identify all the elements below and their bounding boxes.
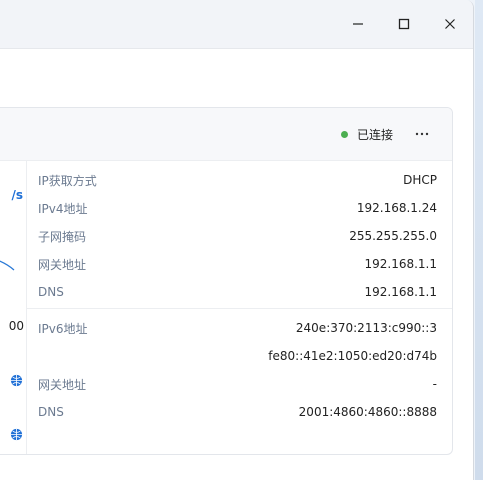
detail-row: IPv6地址 240e:370:2113:c990::3 [27, 314, 437, 342]
detail-row: IPv4地址 192.168.1.24 [27, 194, 437, 222]
connection-status: 已连接 [341, 108, 393, 160]
detail-value: 192.168.1.1 [364, 285, 437, 299]
maximize-icon [398, 18, 410, 30]
detail-row: IP获取方式 DHCP [27, 166, 437, 194]
detail-value: 192.168.1.1 [364, 257, 437, 271]
close-icon [445, 19, 455, 29]
detail-key: IPv6地址 [38, 321, 88, 336]
detail-key: 子网掩码 [38, 229, 87, 244]
minimize-button[interactable] [335, 0, 381, 48]
detail-value: 192.168.1.24 [356, 201, 437, 215]
traffic-value: 00 [8, 319, 24, 333]
minimize-icon [353, 23, 363, 25]
detail-row: DNS 2001:4860:4860::8888 [27, 398, 437, 426]
status-dot-icon [341, 130, 348, 138]
detail-row: DNS 192.168.1.1 [27, 278, 437, 306]
speed-unit: /s [11, 188, 23, 202]
detail-value: fe80::41e2:1050:ed20:d74b [268, 349, 437, 363]
globe-icon [10, 374, 23, 387]
close-button[interactable] [427, 0, 473, 48]
card-header: 已连接 [0, 108, 452, 161]
detail-row: fe80::41e2:1050:ed20:d74b [27, 342, 437, 370]
connection-details: IP获取方式 DHCP IPv4地址 192.168.1.24 子网掩码 255… [27, 160, 452, 454]
network-window: 已连接 /s 00 IP获取方式 DHCP IPv4地址 192.168.1.2… [0, 0, 474, 480]
detail-row: 网关地址 192.168.1.1 [27, 250, 437, 278]
maximize-button[interactable] [381, 0, 427, 48]
detail-value: DHCP [403, 173, 437, 187]
detail-key: IPv4地址 [38, 201, 88, 216]
globe-icon [10, 428, 23, 441]
desktop-background [475, 0, 483, 480]
status-label: 已连接 [357, 127, 394, 142]
connection-card: 已连接 /s 00 IP获取方式 DHCP IPv4地址 192.168.1.2… [0, 107, 453, 455]
traffic-chart [0, 260, 15, 271]
detail-row: 子网掩码 255.255.255.0 [27, 222, 437, 250]
more-icon [415, 132, 429, 136]
detail-key: DNS [38, 405, 64, 419]
section-divider [27, 308, 452, 309]
detail-value: 2001:4860:4860::8888 [298, 405, 437, 419]
detail-key: 网关地址 [38, 257, 87, 272]
detail-key: DNS [38, 285, 64, 299]
more-options-button[interactable] [409, 108, 435, 160]
detail-value: 255.255.255.0 [349, 229, 437, 243]
title-bar [0, 0, 473, 49]
traffic-panel: /s 00 [0, 160, 27, 454]
detail-row: 网关地址 - [27, 370, 437, 398]
detail-value: - [432, 377, 437, 391]
detail-key: IP获取方式 [38, 173, 97, 188]
detail-value: 240e:370:2113:c990::3 [295, 321, 437, 335]
detail-key: 网关地址 [38, 377, 87, 392]
